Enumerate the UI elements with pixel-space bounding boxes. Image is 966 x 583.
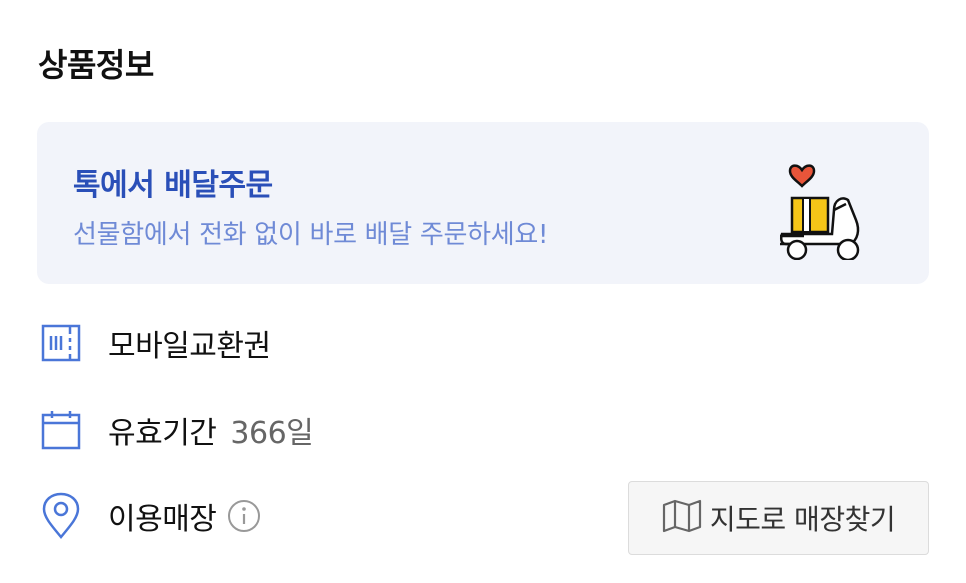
delivery-order-banner[interactable]: 톡에서 배달주문 선물함에서 전화 없이 바로 배달 주문하세요! [37, 122, 929, 284]
section-title: 상품정보 [38, 46, 154, 84]
calendar-icon [38, 407, 84, 453]
map-button-label: 지도로 매장찾기 [709, 503, 896, 536]
banner-subtitle: 선물함에서 전화 없이 바로 배달 주문하세요! [73, 220, 549, 250]
info-row-store: 이용매장 [38, 490, 262, 542]
info-row-validity: 유효기간 366일 [38, 404, 314, 456]
map-icon [662, 499, 702, 537]
location-pin-icon [38, 492, 84, 539]
ticket-type-label: 모바일교환권 [108, 329, 271, 364]
ticket-icon [38, 320, 84, 366]
delivery-scooter-gift-icon [779, 164, 860, 260]
store-label: 이용매장 [108, 502, 217, 537]
validity-label: 유효기간 [108, 416, 217, 451]
validity-value: 366일 [230, 416, 314, 451]
info-row-ticket-type: 모바일교환권 [38, 317, 271, 369]
info-icon[interactable] [226, 498, 262, 534]
find-store-on-map-button[interactable]: 지도로 매장찾기 [628, 481, 929, 555]
banner-title: 톡에서 배달주문 [73, 168, 273, 203]
